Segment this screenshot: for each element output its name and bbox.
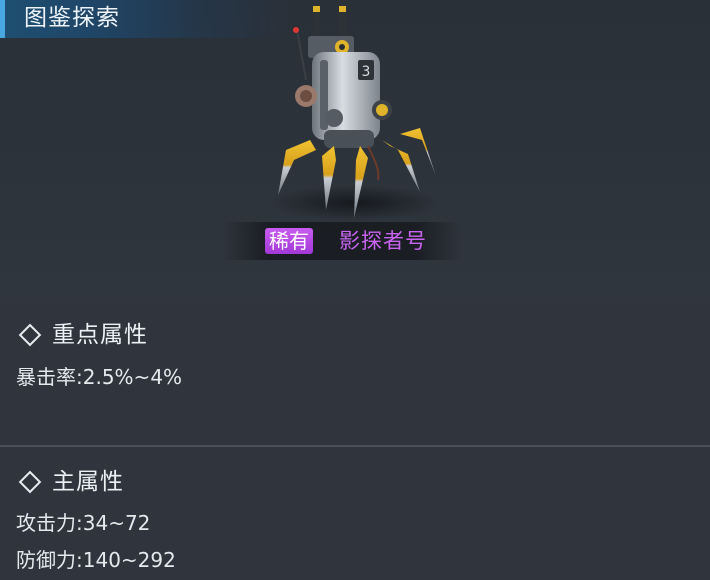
- main-attributes-section: 主属性 攻击力:34~72 防御力:140~292: [0, 447, 710, 580]
- stat-label: 防御力:: [16, 548, 83, 572]
- main-attributes-title: 主属性: [52, 469, 124, 495]
- key-attributes-title: 重点属性: [52, 322, 148, 348]
- diamond-icon: [18, 470, 42, 494]
- title-tab: 图鉴探索: [0, 0, 290, 38]
- unit-portrait: 3: [250, 0, 460, 225]
- stat-crit-rate: 暴击率:2.5%~4%: [16, 363, 182, 391]
- stat-value: 34~72: [82, 511, 151, 535]
- title-accent-bar: [0, 0, 5, 38]
- rarity-badge: 稀有: [265, 228, 313, 254]
- page-title: 图鉴探索: [24, 5, 120, 31]
- stat-attack: 攻击力:34~72: [16, 509, 150, 537]
- stat-value: 2.5%~4%: [82, 365, 183, 389]
- unit-name: 影探者号: [339, 229, 427, 253]
- stat-label: 暴击率:: [16, 365, 83, 389]
- stat-label: 攻击力:: [16, 511, 83, 535]
- unit-showcase: 图鉴探索 3 稀有 影探者号: [0, 0, 710, 303]
- stat-value: 140~292: [82, 548, 176, 572]
- svg-text:3: 3: [362, 64, 371, 80]
- key-attributes-section: 重点属性 暴击率:2.5%~4%: [0, 303, 710, 445]
- codex-panel: 图鉴探索 3 稀有 影探者号 重点属性 暴击率:2.5%~4% 主属性 攻击力:…: [0, 0, 710, 580]
- robot-icon: 3: [270, 6, 440, 221]
- stat-defense: 防御力:140~292: [16, 546, 176, 574]
- key-attributes-header: 重点属性: [18, 319, 148, 351]
- main-attributes-header: 主属性: [18, 466, 124, 498]
- diamond-icon: [18, 323, 42, 347]
